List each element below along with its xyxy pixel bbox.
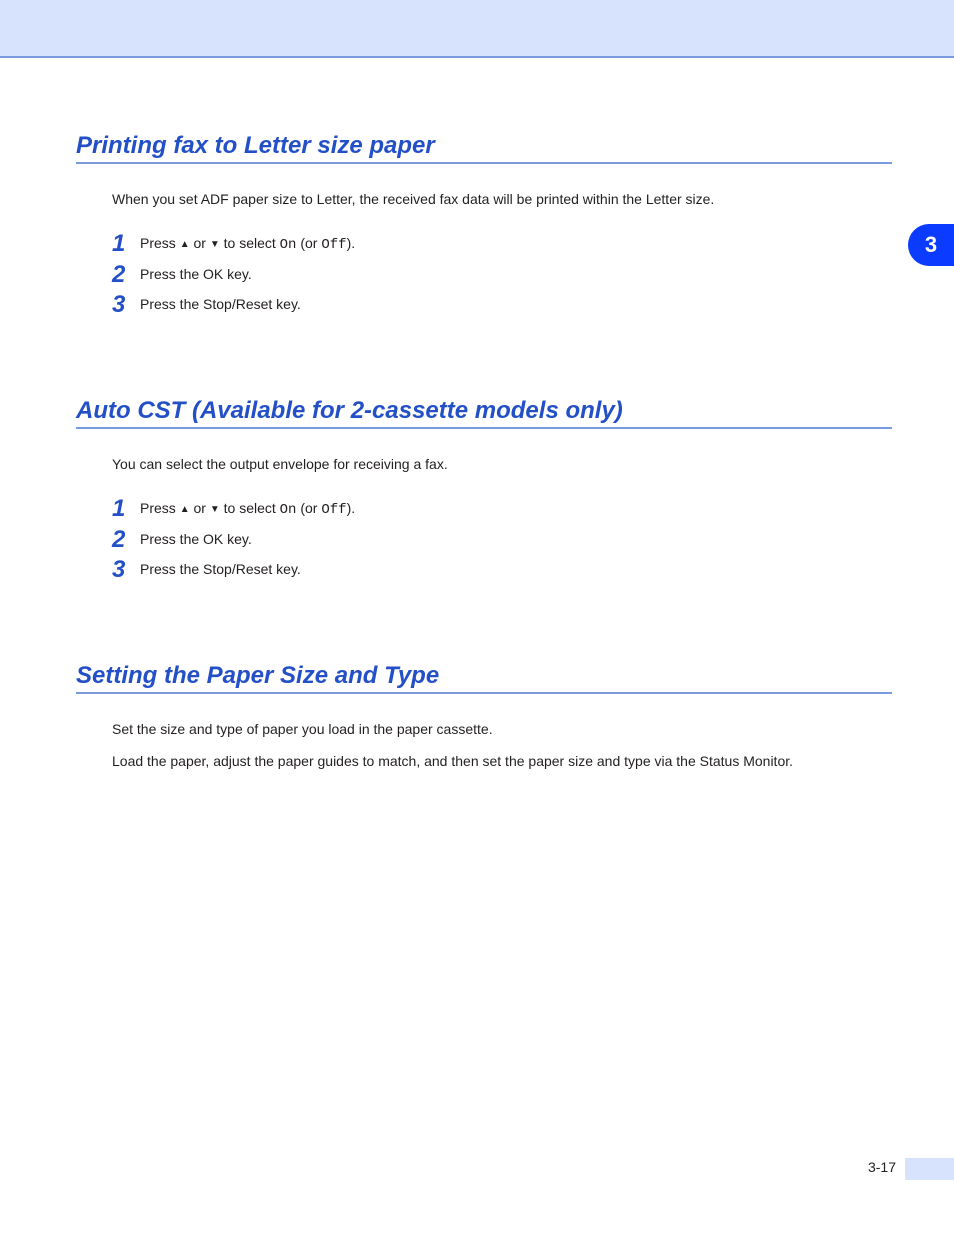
- option-on: On: [280, 502, 297, 518]
- section-auto-cst: Auto CST (Available for 2-cassette model…: [76, 397, 892, 582]
- step-number: 1: [112, 232, 140, 257]
- text-paren: ).: [347, 235, 356, 251]
- chapter-number: 3: [925, 232, 937, 258]
- text-or: or: [190, 235, 210, 251]
- text-press: Press: [140, 235, 180, 251]
- step-text: Press the Stop/Reset key.: [140, 293, 301, 317]
- step-1: 1 Press ▲ or ▼ to select On (or Off).: [112, 232, 892, 257]
- text-select: to select: [220, 500, 280, 516]
- step-3: 3 Press the Stop/Reset key.: [112, 558, 892, 582]
- section-body: Load the paper, adjust the paper guides …: [112, 750, 884, 772]
- section-title: Auto CST (Available for 2-cassette model…: [76, 397, 892, 425]
- option-on: On: [280, 237, 297, 253]
- step-text: Press the OK key.: [140, 528, 252, 552]
- page-header-bar: [0, 0, 954, 58]
- footer-strip: [905, 1158, 954, 1180]
- section-rule: [76, 427, 892, 429]
- section-intro: Set the size and type of paper you load …: [112, 718, 884, 740]
- chapter-tab-badge: 3: [908, 224, 954, 266]
- section-intro: When you set ADF paper size to Letter, t…: [112, 188, 884, 210]
- text-or: or: [190, 500, 210, 516]
- down-arrow-icon: ▼: [210, 504, 220, 515]
- step-text: Press the OK key.: [140, 263, 252, 287]
- text-press: Press: [140, 500, 180, 516]
- step-text: Press the Stop/Reset key.: [140, 558, 301, 582]
- text-slash: (or: [296, 500, 321, 516]
- page-number: 3-17: [868, 1159, 896, 1175]
- step-text: Press ▲ or ▼ to select On (or Off).: [140, 497, 355, 522]
- section-intro: You can select the output envelope for r…: [112, 453, 884, 475]
- step-text: Press ▲ or ▼ to select On (or Off).: [140, 232, 355, 257]
- section-rule: [76, 692, 892, 694]
- option-off: Off: [321, 502, 346, 518]
- step-number: 2: [112, 528, 140, 552]
- text-select: to select: [220, 235, 280, 251]
- step-number: 3: [112, 558, 140, 582]
- step-3: 3 Press the Stop/Reset key.: [112, 293, 892, 317]
- step-1: 1 Press ▲ or ▼ to select On (or Off).: [112, 497, 892, 522]
- step-number: 1: [112, 497, 140, 522]
- step-2: 2 Press the OK key.: [112, 263, 892, 287]
- step-number: 2: [112, 263, 140, 287]
- text-paren: ).: [347, 500, 356, 516]
- section-rule: [76, 162, 892, 164]
- option-off: Off: [321, 237, 346, 253]
- section-printing-fax-letter: Printing fax to Letter size paper When y…: [76, 132, 892, 317]
- section-title: Printing fax to Letter size paper: [76, 132, 892, 160]
- step-2: 2 Press the OK key.: [112, 528, 892, 552]
- section-title: Setting the Paper Size and Type: [76, 662, 892, 690]
- section-paper-size-type: Setting the Paper Size and Type Set the …: [76, 662, 892, 772]
- up-arrow-icon: ▲: [180, 504, 190, 515]
- down-arrow-icon: ▼: [210, 239, 220, 250]
- step-number: 3: [112, 293, 140, 317]
- up-arrow-icon: ▲: [180, 239, 190, 250]
- page-content: Printing fax to Letter size paper When y…: [76, 132, 892, 772]
- text-slash: (or: [296, 235, 321, 251]
